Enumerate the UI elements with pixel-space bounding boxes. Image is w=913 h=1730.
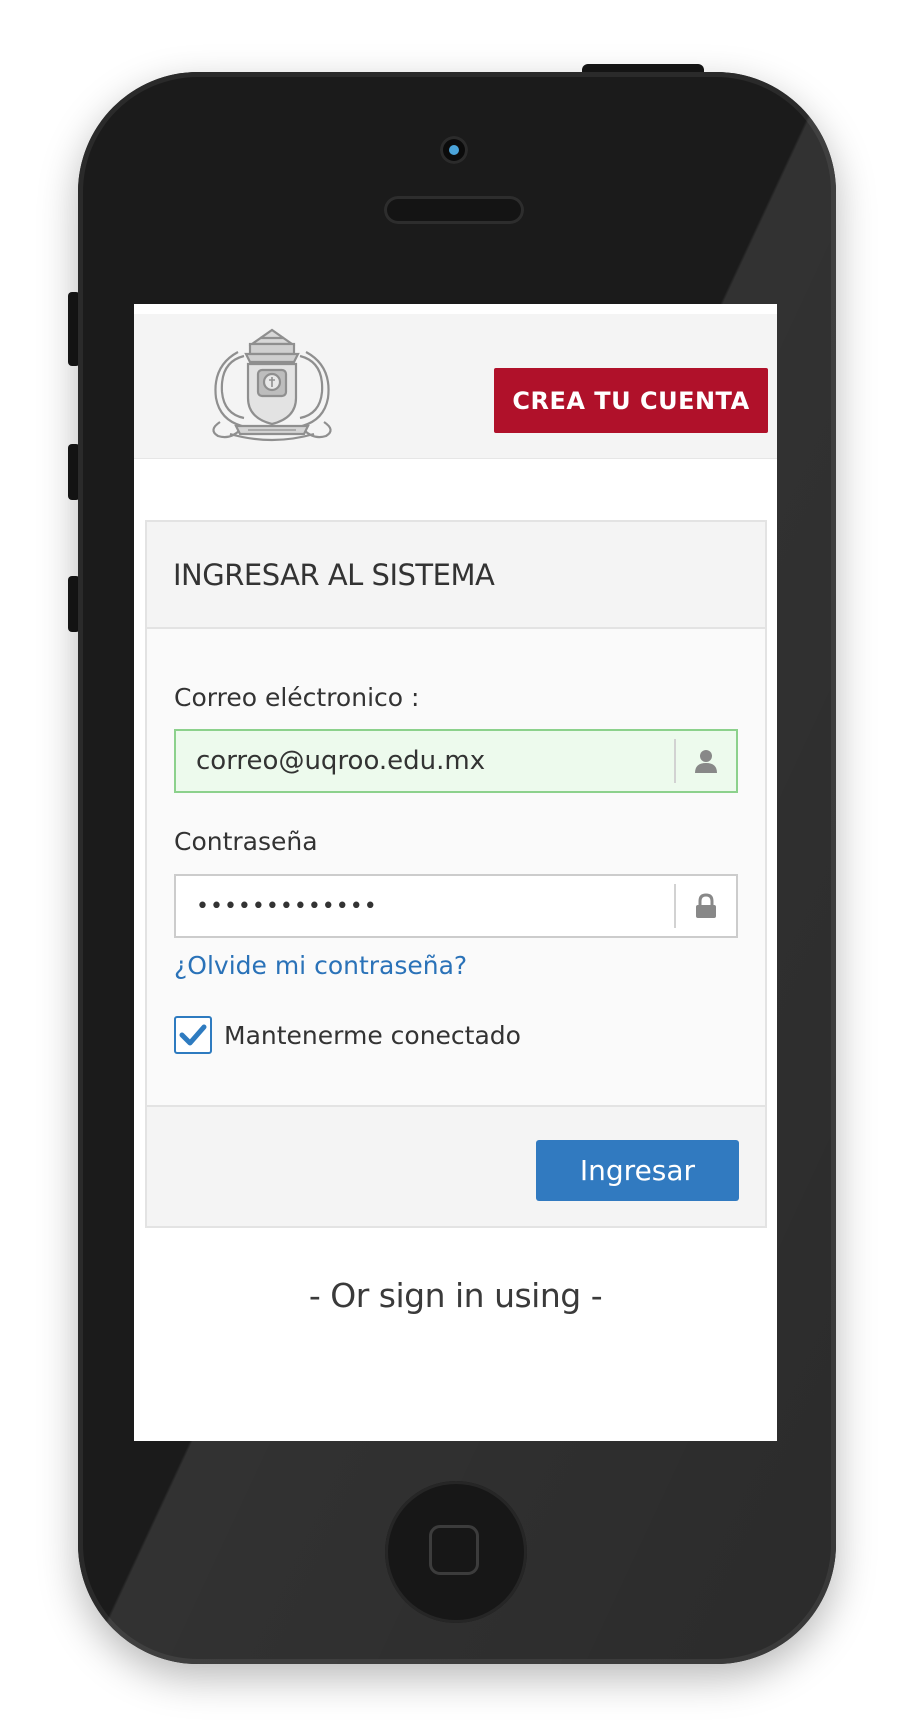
forgot-password-link[interactable]: ¿Olvide mi contraseña? <box>174 951 467 980</box>
login-panel-header: INGRESAR AL SISTEMA <box>147 522 765 629</box>
home-button <box>385 1481 527 1623</box>
stage: CREA TU CUENTA INGRESAR AL SISTEMA Corre… <box>0 0 913 1730</box>
remember-me-checkbox[interactable] <box>174 1016 212 1054</box>
or-sign-in-text: - Or sign in using - <box>308 1276 603 1315</box>
earpiece-speaker <box>384 196 524 224</box>
login-title: INGRESAR AL SISTEMA <box>173 557 495 592</box>
email-addon <box>674 739 736 783</box>
top-bar: CREA TU CUENTA <box>134 314 777 459</box>
create-account-button[interactable]: CREA TU CUENTA <box>494 368 768 433</box>
remember-me-label: Mantenerme conectado <box>224 1020 521 1050</box>
checkmark-icon <box>179 1024 207 1046</box>
login-form: Correo eléctronico : correo@uqroo.edu.mx… <box>147 629 765 1105</box>
login-panel-footer: Ingresar <box>147 1105 765 1226</box>
home-square-icon <box>429 1525 479 1575</box>
password-input-value[interactable]: ••••••••••••• <box>176 894 674 919</box>
email-field[interactable]: correo@uqroo.edu.mx <box>174 729 738 793</box>
password-field[interactable]: ••••••••••••• <box>174 874 738 938</box>
password-addon <box>674 884 736 928</box>
login-panel: INGRESAR AL SISTEMA Correo eléctronico :… <box>145 520 767 1228</box>
login-submit-button[interactable]: Ingresar <box>536 1140 739 1201</box>
lock-icon <box>696 893 716 918</box>
password-label: Contraseña <box>174 827 318 856</box>
remember-me-row[interactable]: Mantenerme conectado <box>174 1016 521 1054</box>
front-camera <box>440 136 468 164</box>
email-label: Correo eléctronico : <box>174 683 420 712</box>
email-input-value[interactable]: correo@uqroo.edu.mx <box>176 746 674 776</box>
university-seal-logo <box>200 322 344 450</box>
user-icon <box>695 750 717 773</box>
phone-screen: CREA TU CUENTA INGRESAR AL SISTEMA Corre… <box>134 304 777 1441</box>
